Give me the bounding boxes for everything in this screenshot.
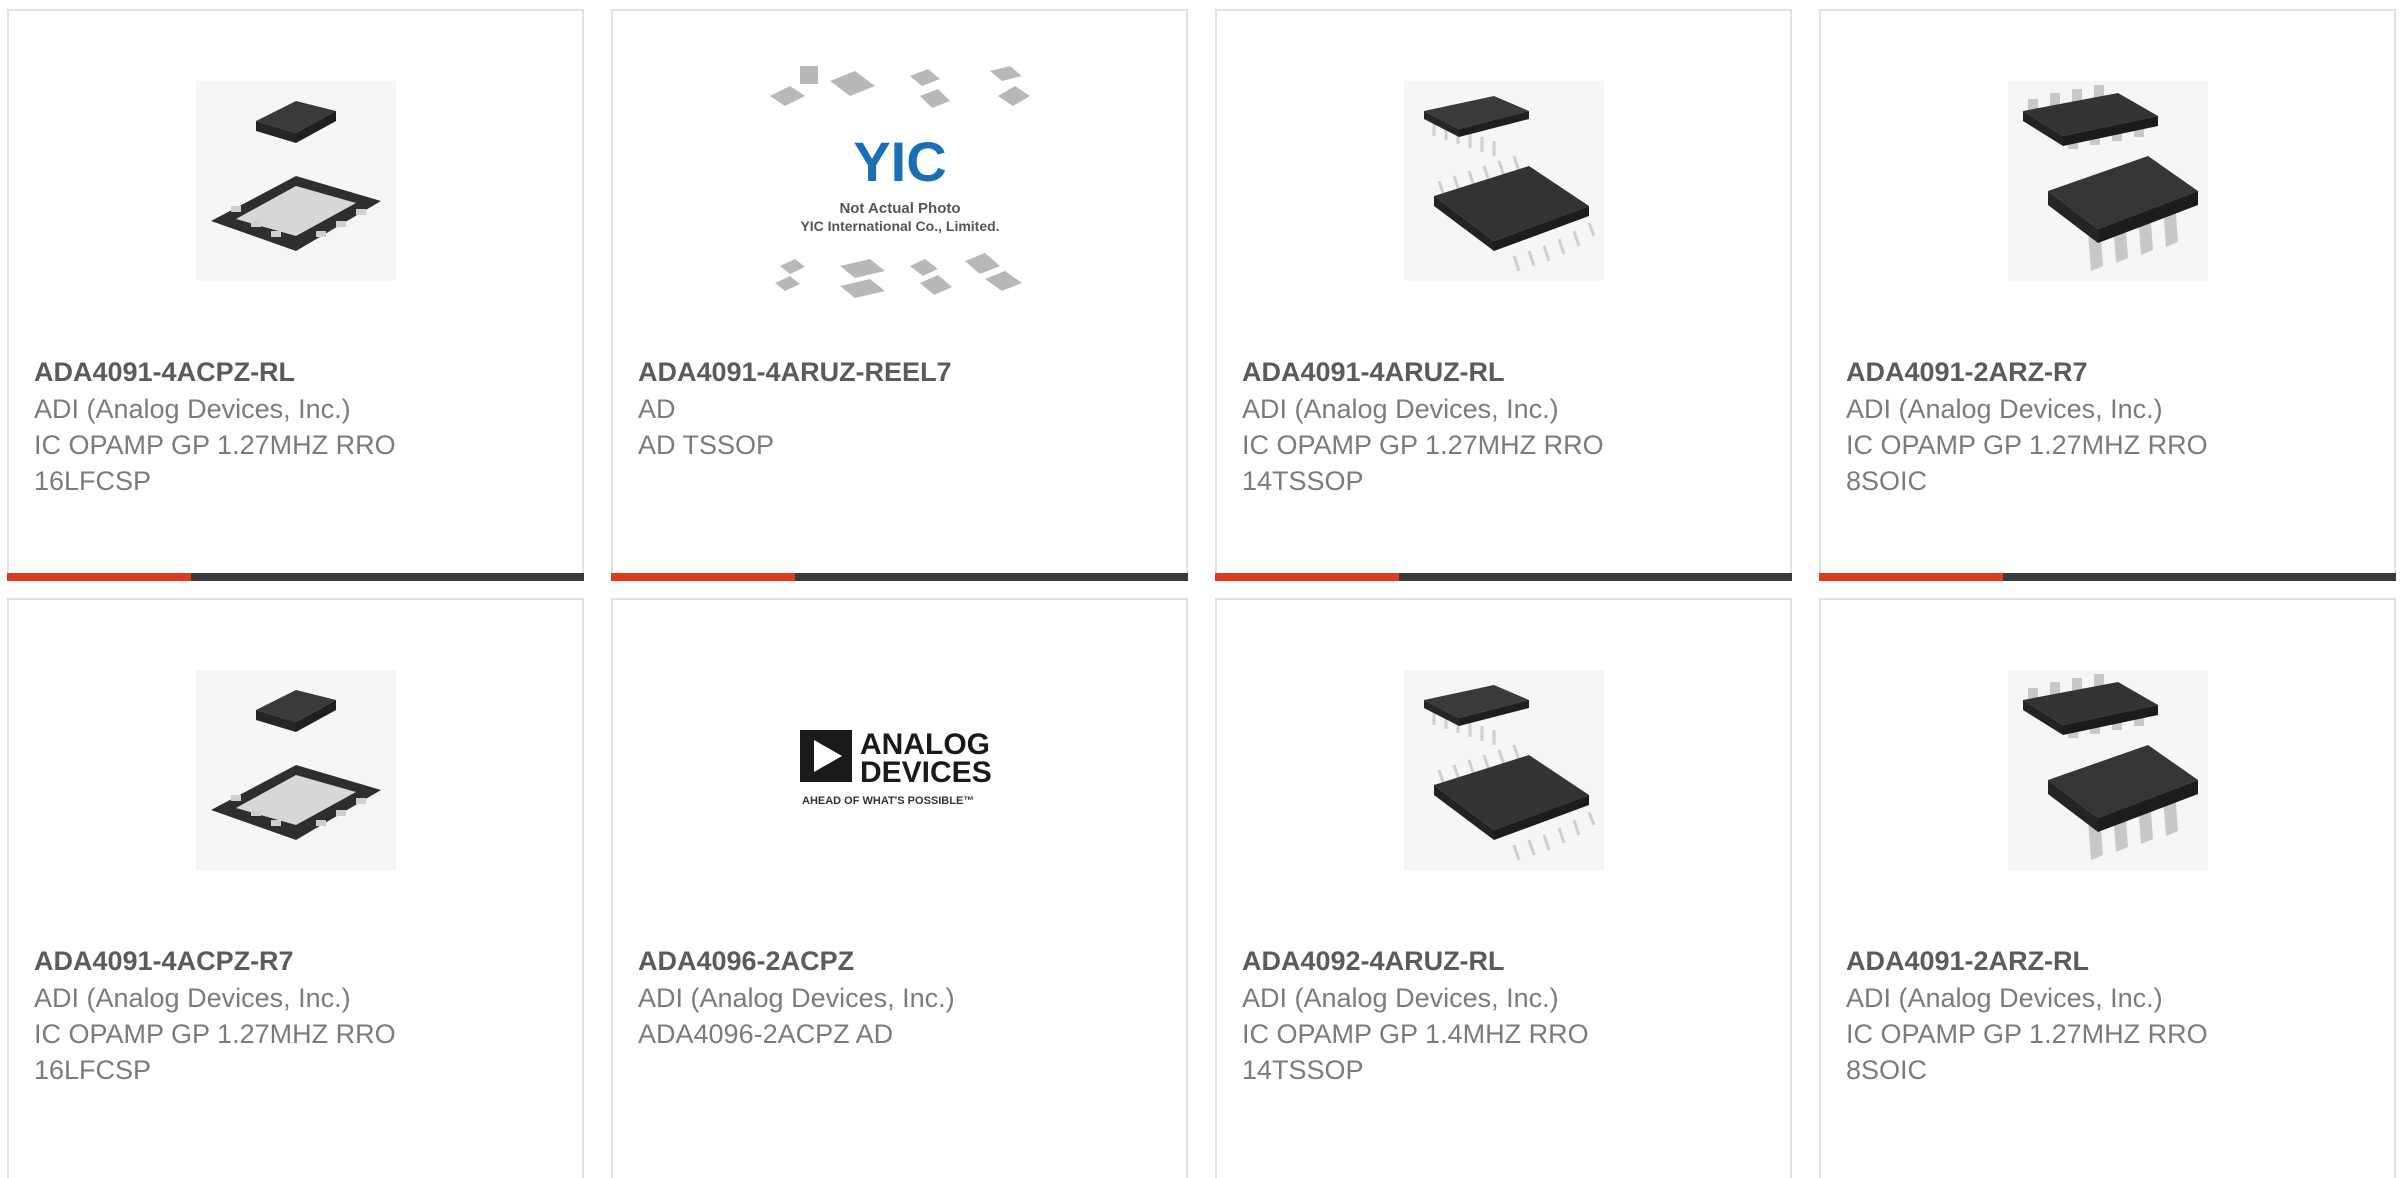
product-card[interactable]: ADA4091-4ACPZ-RL ADI (Analog Devices, In…	[7, 9, 584, 581]
tssop-chip-icon	[1403, 670, 1604, 870]
manufacturer: ADI (Analog Devices, Inc.)	[1846, 983, 2163, 1013]
package: 8SOIC	[1846, 466, 1928, 496]
card-footer-bar	[1819, 573, 2396, 581]
soic-chip-icon	[2007, 670, 2208, 870]
description: ADA4096-2ACPZ AD	[638, 1019, 894, 1049]
product-card[interactable]: ADA4091-4ARUZ-RL ADI (Analog Devices, In…	[1215, 9, 1792, 581]
package: 14TSSOP	[1242, 466, 1364, 496]
part-number[interactable]: ADA4091-4ARUZ-REEL7	[638, 354, 1166, 391]
part-number[interactable]: ADA4091-4ARUZ-RL	[1242, 354, 1770, 391]
product-image[interactable]: YIC Not Actual Photo YIC International C…	[613, 66, 1186, 298]
manufacturer: ADI (Analog Devices, Inc.)	[1242, 394, 1559, 424]
product-image[interactable]	[9, 660, 582, 880]
description: IC OPAMP GP 1.27MHZ RRO	[34, 1019, 396, 1049]
accent-bar	[1819, 573, 2003, 581]
accent-bar	[1215, 573, 1399, 581]
product-image[interactable]	[1217, 71, 1790, 291]
package: 16LFCSP	[34, 1055, 152, 1085]
part-number[interactable]: ADA4091-4ACPZ-R7	[34, 943, 562, 980]
tssop-chip-icon	[1403, 81, 1604, 281]
product-grid: ADA4091-4ACPZ-RL ADI (Analog Devices, In…	[0, 0, 2400, 1178]
product-image[interactable]	[1217, 660, 1790, 880]
manufacturer: ADI (Analog Devices, Inc.)	[638, 983, 955, 1013]
accent-bar	[611, 573, 795, 581]
part-number[interactable]: ADA4091-4ACPZ-RL	[34, 354, 562, 391]
description: IC OPAMP GP 1.27MHZ RRO	[1242, 430, 1604, 460]
not-actual-photo-text: Not Actual Photo	[839, 200, 960, 217]
product-image[interactable]	[1821, 660, 2394, 880]
card-footer-bar	[611, 573, 1188, 581]
analog-devices-logo-icon: ANALOG DEVICES AHEAD OF WHAT'S POSSIBLE™	[799, 728, 992, 807]
part-number[interactable]: ADA4091-2ARZ-R7	[1846, 354, 2374, 391]
description: IC OPAMP GP 1.27MHZ RRO	[1846, 430, 2208, 460]
yic-company-text: YIC International Co., Limited.	[800, 218, 999, 234]
yic-logo-text: YIC	[853, 130, 946, 193]
product-card[interactable]: ADA4091-2ARZ-RL ADI (Analog Devices, Inc…	[1819, 598, 2396, 1178]
part-number[interactable]: ADA4091-2ARZ-RL	[1846, 943, 2374, 980]
product-image[interactable]	[1821, 71, 2394, 291]
accent-bar	[7, 573, 191, 581]
manufacturer: ADI (Analog Devices, Inc.)	[34, 394, 351, 424]
part-number[interactable]: ADA4092-4ARUZ-RL	[1242, 943, 1770, 980]
product-image[interactable]	[9, 71, 582, 291]
tagline-text: AHEAD OF WHAT'S POSSIBLE™	[802, 795, 974, 807]
product-card[interactable]: ANALOG DEVICES AHEAD OF WHAT'S POSSIBLE™…	[611, 598, 1188, 1178]
description: IC OPAMP GP 1.27MHZ RRO	[34, 430, 396, 460]
lfcsp-chip-icon	[195, 81, 396, 281]
manufacturer: AD	[638, 394, 676, 424]
package: 8SOIC	[1846, 1055, 1928, 1085]
description: AD TSSOP	[638, 430, 775, 460]
product-card[interactable]: ADA4091-2ARZ-R7 ADI (Analog Devices, Inc…	[1819, 9, 2396, 581]
description: IC OPAMP GP 1.4MHZ RRO	[1242, 1019, 1589, 1049]
manufacturer: ADI (Analog Devices, Inc.)	[1242, 983, 1559, 1013]
yic-placeholder-icon: YIC Not Actual Photo YIC International C…	[769, 66, 1030, 298]
product-card[interactable]: ADA4091-4ACPZ-R7 ADI (Analog Devices, In…	[7, 598, 584, 1178]
product-card[interactable]: YIC Not Actual Photo YIC International C…	[611, 9, 1188, 581]
lfcsp-chip-icon	[195, 670, 396, 870]
manufacturer: ADI (Analog Devices, Inc.)	[34, 983, 351, 1013]
product-image[interactable]: ANALOG DEVICES AHEAD OF WHAT'S POSSIBLE™	[613, 660, 1186, 880]
card-footer-bar	[7, 573, 584, 581]
description: IC OPAMP GP 1.27MHZ RRO	[1846, 1019, 2208, 1049]
package: 14TSSOP	[1242, 1055, 1364, 1085]
package: 16LFCSP	[34, 466, 152, 496]
part-number[interactable]: ADA4096-2ACPZ	[638, 943, 1166, 980]
card-footer-bar	[1215, 573, 1792, 581]
devices-logo-text: DEVICES	[860, 756, 992, 789]
product-card[interactable]: ADA4092-4ARUZ-RL ADI (Analog Devices, In…	[1215, 598, 1792, 1178]
soic-chip-icon	[2007, 81, 2208, 281]
manufacturer: ADI (Analog Devices, Inc.)	[1846, 394, 2163, 424]
